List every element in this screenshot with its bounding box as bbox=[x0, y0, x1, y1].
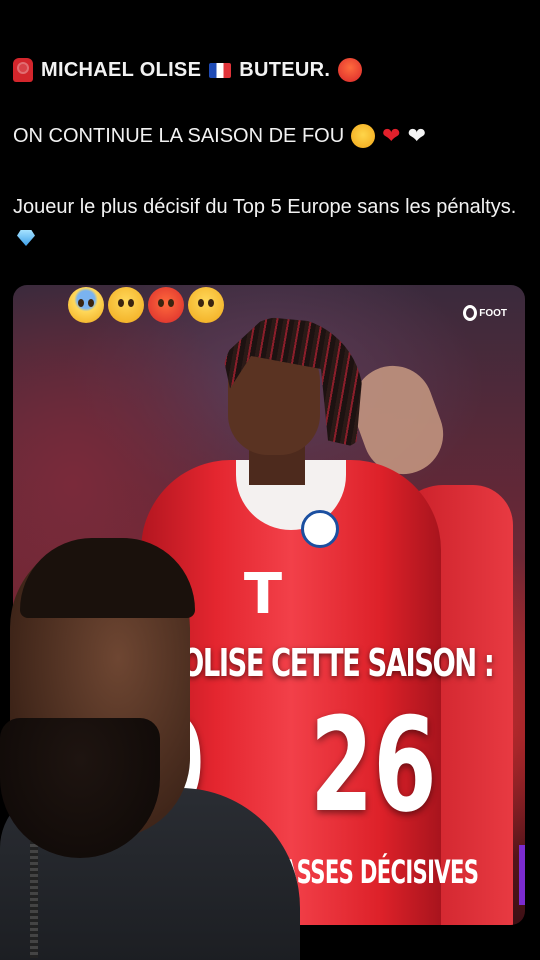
post-title: MICHAEL OLISE bbox=[41, 58, 202, 81]
star-struck-icon bbox=[351, 124, 376, 148]
logo-text: FOOT bbox=[479, 307, 507, 319]
card-emoji-row bbox=[68, 287, 224, 323]
stat-caption: ASSES DÉCISIVES bbox=[281, 853, 479, 891]
logo-ring-icon bbox=[463, 305, 478, 321]
flushed-face-icon bbox=[108, 287, 144, 323]
post-line-two: ON CONTINUE LA SAISON DE FOU ❤ ❤ bbox=[13, 124, 426, 148]
screaming-face-icon bbox=[68, 287, 104, 323]
hot-face-icon bbox=[148, 287, 184, 323]
stat-assists-value: 26 bbox=[310, 689, 437, 841]
france-flag-icon bbox=[209, 62, 232, 78]
white-heart-icon: ❤ bbox=[407, 123, 427, 148]
post-line-three-text: Joueur le plus décisif du Top 5 Europe s… bbox=[13, 196, 517, 218]
card-edge-accent bbox=[519, 845, 525, 905]
rotating-light-icon bbox=[13, 58, 33, 82]
red-heart-icon: ❤ bbox=[382, 123, 401, 148]
post-title-line: MICHAEL OLISE BUTEUR. bbox=[13, 58, 363, 82]
gem-icon bbox=[17, 230, 35, 246]
creator-hair bbox=[20, 538, 195, 618]
post-line-two-text: ON CONTINUE LA SAISON DE FOU bbox=[13, 124, 345, 147]
creator-camera-overlay bbox=[0, 538, 300, 960]
post-line-three: Joueur le plus décisif du Top 5 Europe s… bbox=[13, 192, 523, 254]
club-crest-icon bbox=[301, 510, 339, 548]
media-logo: FOOT bbox=[463, 305, 507, 321]
monocle-face-icon bbox=[188, 287, 224, 323]
hot-face-icon bbox=[338, 58, 363, 82]
post-title-suffix: BUTEUR. bbox=[239, 58, 331, 81]
jacket-zipper bbox=[30, 838, 38, 958]
